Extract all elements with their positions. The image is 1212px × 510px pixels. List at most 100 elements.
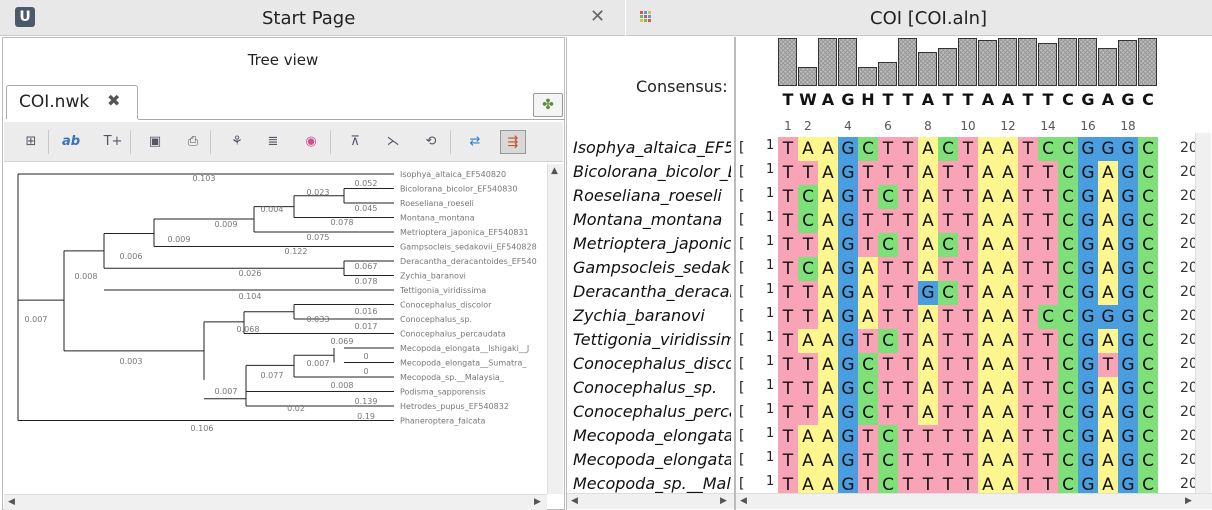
alignment-horizontal-scrollbar[interactable]: ◀ ▶: [736, 493, 1212, 509]
alignment-cell[interactable]: T: [858, 425, 878, 449]
alignment-cell[interactable]: C: [878, 449, 898, 473]
alignment-cell[interactable]: G: [1118, 233, 1138, 257]
alignment-cell[interactable]: A: [918, 209, 938, 233]
active-mode-icon[interactable]: ⇶: [500, 130, 526, 154]
alignment-cell[interactable]: T: [898, 257, 918, 281]
alignment-cell[interactable]: A: [818, 329, 838, 353]
alignment-cell[interactable]: G: [838, 233, 858, 257]
alignment-cell[interactable]: T: [878, 209, 898, 233]
alignment-cell[interactable]: T: [878, 281, 898, 305]
alignment-cell[interactable]: T: [1038, 161, 1058, 185]
alignment-cell[interactable]: G: [1078, 401, 1098, 425]
alignment-cell[interactable]: T: [938, 425, 958, 449]
sequence-name[interactable]: Montana_montana: [573, 210, 731, 229]
alignment-cell[interactable]: A: [1098, 233, 1118, 257]
alignment-cell[interactable]: T: [778, 305, 798, 329]
alignment-cell[interactable]: C: [858, 353, 878, 377]
alignment-cell[interactable]: T: [958, 449, 978, 473]
align-labels-icon[interactable]: ≣: [260, 130, 286, 154]
scroll-up-arrow-icon[interactable]: ▲: [551, 166, 558, 176]
alignment-cell[interactable]: G: [1118, 401, 1138, 425]
alignment-cell[interactable]: G: [1078, 281, 1098, 305]
alignment-cell[interactable]: C: [1058, 401, 1078, 425]
alignment-cell[interactable]: G: [838, 209, 858, 233]
alignment-cell[interactable]: C: [1138, 377, 1158, 401]
alignment-cell[interactable]: G: [838, 329, 858, 353]
alignment-cell[interactable]: T: [958, 353, 978, 377]
alignment-cell[interactable]: G: [838, 449, 858, 473]
font-ab-icon[interactable]: ab: [58, 130, 84, 154]
alignment-cell[interactable]: C: [878, 233, 898, 257]
alignment-cell[interactable]: C: [1058, 233, 1078, 257]
alignment-cell[interactable]: C: [1138, 401, 1158, 425]
alignment-cell[interactable]: T: [778, 281, 798, 305]
alignment-cell[interactable]: T: [958, 329, 978, 353]
alignment-cell[interactable]: C: [878, 329, 898, 353]
alignment-cell[interactable]: A: [918, 329, 938, 353]
alignment-cell[interactable]: T: [898, 353, 918, 377]
alignment-cell[interactable]: A: [998, 185, 1018, 209]
alignment-cell[interactable]: G: [1078, 185, 1098, 209]
alignment-cell[interactable]: A: [998, 449, 1018, 473]
alignment-cell[interactable]: T: [1018, 209, 1038, 233]
alignment-cell[interactable]: A: [818, 161, 838, 185]
alignment-cell[interactable]: G: [1118, 377, 1138, 401]
alignment-cell[interactable]: T: [1018, 137, 1038, 161]
alignment-cell[interactable]: T: [1038, 185, 1058, 209]
alignment-cell[interactable]: T: [958, 401, 978, 425]
alignment-cell[interactable]: T: [958, 257, 978, 281]
alignment-cell[interactable]: T: [778, 449, 798, 473]
alignment-cell[interactable]: T: [798, 401, 818, 425]
alignment-cell[interactable]: A: [918, 161, 938, 185]
alignment-cell[interactable]: A: [998, 401, 1018, 425]
alignment-cell[interactable]: T: [958, 209, 978, 233]
rotate-icon[interactable]: ⟲: [418, 130, 444, 154]
alignment-cell[interactable]: G: [838, 305, 858, 329]
alignment-cell[interactable]: T: [958, 305, 978, 329]
alignment-cell[interactable]: G: [1078, 257, 1098, 281]
alignment-cell[interactable]: C: [1138, 353, 1158, 377]
alignment-cell[interactable]: A: [858, 257, 878, 281]
alignment-cell[interactable]: A: [978, 329, 998, 353]
alignment-cell[interactable]: T: [778, 161, 798, 185]
alignment-cell[interactable]: A: [998, 425, 1018, 449]
alignment-cell[interactable]: T: [938, 161, 958, 185]
alignment-cell[interactable]: A: [1098, 401, 1118, 425]
sequence-name[interactable]: Isophya_altaica_EF540820: [573, 138, 731, 157]
alignment-cell[interactable]: G: [1118, 329, 1138, 353]
alignment-cell[interactable]: T: [798, 281, 818, 305]
alignment-cell[interactable]: T: [958, 233, 978, 257]
alignment-cell[interactable]: C: [1058, 353, 1078, 377]
alignment-cell[interactable]: G: [1098, 305, 1118, 329]
alignment-cell[interactable]: G: [1118, 281, 1138, 305]
alignment-cell[interactable]: A: [998, 281, 1018, 305]
alignment-cell[interactable]: C: [1138, 281, 1158, 305]
alignment-cell[interactable]: T: [1038, 233, 1058, 257]
alignment-cell[interactable]: T: [898, 305, 918, 329]
alignment-cell[interactable]: G: [838, 353, 858, 377]
alignment-cell[interactable]: T: [1038, 425, 1058, 449]
alignment-cell[interactable]: C: [1058, 257, 1078, 281]
alignment-cell[interactable]: G: [838, 185, 858, 209]
alignment-cell[interactable]: T: [1018, 185, 1038, 209]
alignment-cell[interactable]: G: [838, 281, 858, 305]
alignment-cell[interactable]: A: [978, 281, 998, 305]
alignment-cell[interactable]: G: [1078, 329, 1098, 353]
alignment-cell[interactable]: T: [1038, 377, 1058, 401]
alignment-cell[interactable]: C: [1058, 137, 1078, 161]
sequence-name[interactable]: Mecopoda_elongata__Sumatra_: [573, 450, 731, 469]
alignment-cell[interactable]: G: [1078, 233, 1098, 257]
alignment-cell[interactable]: T: [958, 377, 978, 401]
alignment-cell[interactable]: A: [978, 401, 998, 425]
sequence-name[interactable]: Mecopoda_elongata__Ishigaki__J: [573, 426, 731, 445]
alignment-cell[interactable]: C: [1058, 161, 1078, 185]
alignment-cell[interactable]: A: [1098, 161, 1118, 185]
alignment-cell[interactable]: C: [938, 233, 958, 257]
alignment-cell[interactable]: T: [1038, 329, 1058, 353]
alignment-cell[interactable]: T: [778, 209, 798, 233]
alignment-cell[interactable]: C: [798, 209, 818, 233]
alignment-cell[interactable]: T: [1018, 257, 1038, 281]
alignment-cell[interactable]: T: [858, 329, 878, 353]
alignment-cell[interactable]: T: [858, 449, 878, 473]
alignment-cell[interactable]: G: [838, 137, 858, 161]
